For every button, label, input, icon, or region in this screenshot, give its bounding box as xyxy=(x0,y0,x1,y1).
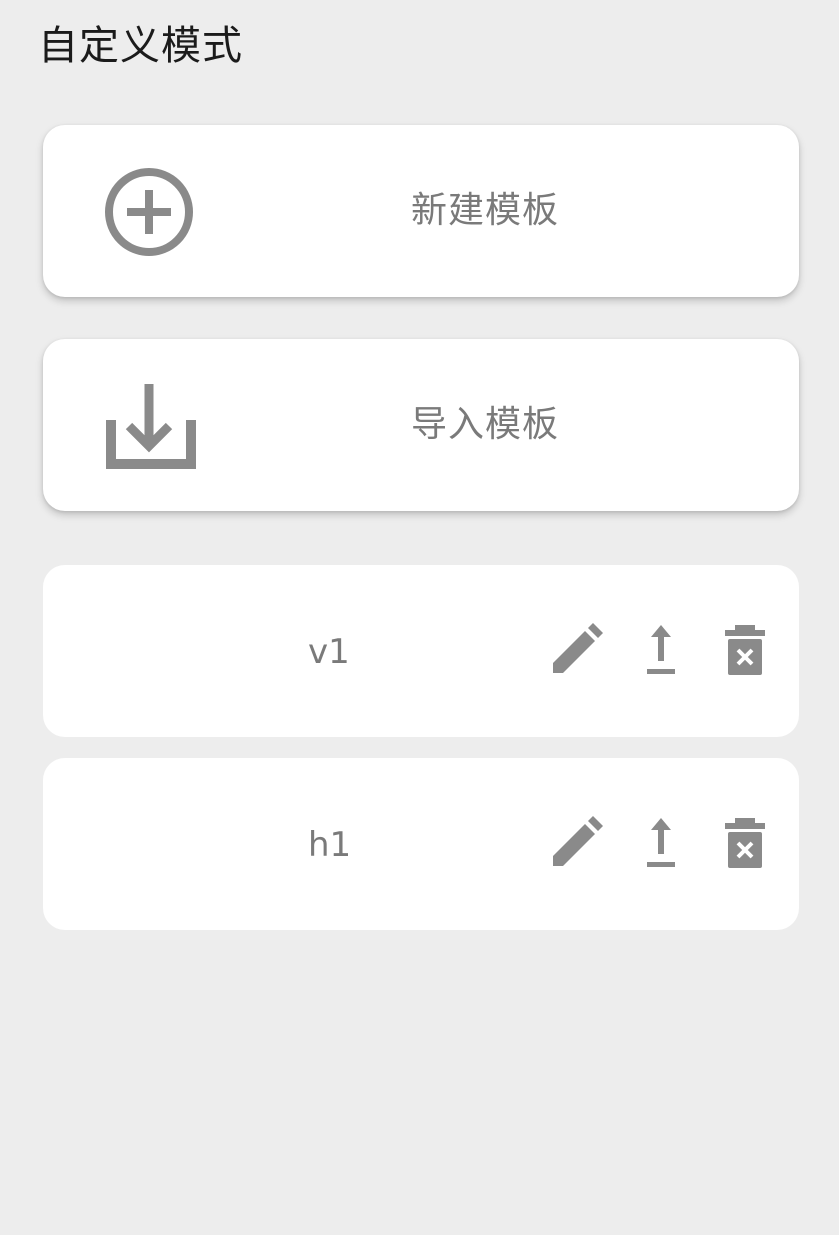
upload-icon[interactable] xyxy=(633,623,689,679)
download-tray-icon xyxy=(101,378,197,474)
new-template-label: 新建模板 xyxy=(411,190,560,231)
new-template-button[interactable]: 新建模板 xyxy=(43,125,799,297)
template-name: v1 xyxy=(308,632,350,672)
template-item[interactable]: h1 xyxy=(43,758,799,930)
delete-icon[interactable] xyxy=(717,816,773,872)
page-title: 自定义模式 xyxy=(38,23,243,69)
add-circle-icon xyxy=(101,164,197,260)
edit-icon[interactable] xyxy=(549,816,605,872)
import-template-label: 导入模板 xyxy=(411,404,560,445)
import-template-button[interactable]: 导入模板 xyxy=(43,339,799,511)
delete-icon[interactable] xyxy=(717,623,773,679)
template-name: h1 xyxy=(308,825,352,865)
edit-icon[interactable] xyxy=(549,623,605,679)
upload-icon[interactable] xyxy=(633,816,689,872)
template-item[interactable]: v1 xyxy=(43,565,799,737)
